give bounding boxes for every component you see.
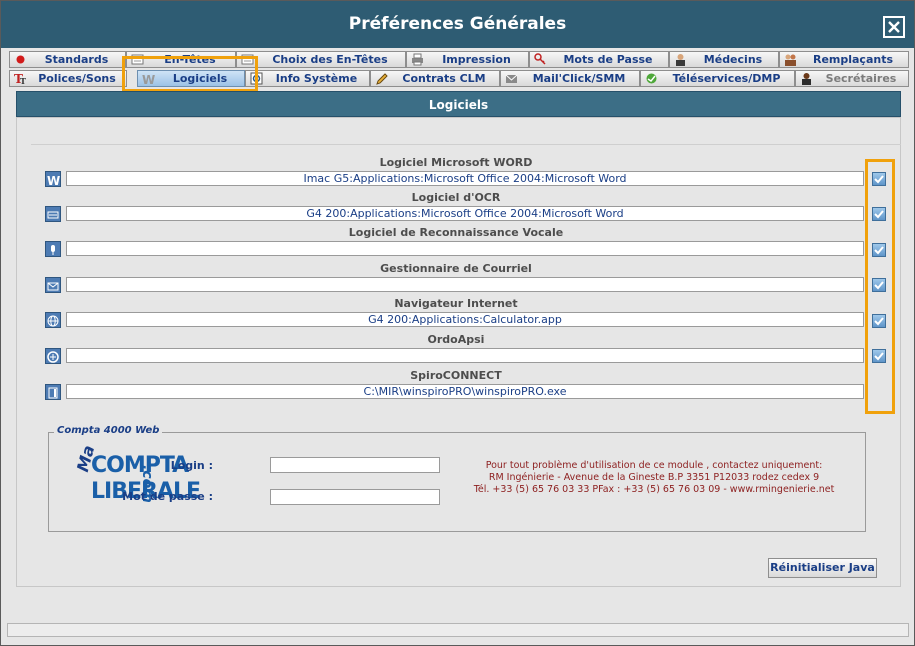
svg-text:T: T — [20, 76, 26, 85]
preferences-window: Préférences Générales Standards En-Têtes… — [0, 0, 915, 646]
tab-label: Contrats CLM — [402, 72, 486, 85]
tab-label: Téléservices/DMP — [672, 72, 781, 85]
secretary-icon — [800, 72, 813, 85]
title-bar: Préférences Générales — [1, 1, 914, 49]
software-path-vocal[interactable] — [66, 241, 864, 256]
printer-icon — [411, 53, 424, 66]
tab-info-systeme[interactable]: Info Système — [245, 70, 370, 87]
tab-remplacants[interactable]: Remplaçants — [779, 51, 909, 68]
compta-logo: Ma COMPTA LIBERALE .com — [73, 443, 201, 513]
word-icon: W — [45, 171, 61, 188]
scanner-icon — [45, 206, 61, 222]
doctor-icon — [674, 53, 687, 66]
software-label-spiro: SpiroCONNECT — [410, 369, 502, 382]
globe-icon — [45, 312, 61, 328]
tab-medecins[interactable]: Médecins — [669, 51, 779, 68]
support-line-1: Pour tout problème d'utilisation de ce m… — [485, 460, 823, 471]
software-path-courriel[interactable] — [66, 277, 864, 292]
tab-mail-click[interactable]: Mail'Click/SMM — [500, 70, 640, 87]
ordo-icon — [45, 348, 61, 364]
tab-teleservices-dmp[interactable]: Téléservices/DMP — [640, 70, 795, 87]
tab-label: Standards — [44, 53, 109, 66]
section-header: Logiciels — [16, 91, 901, 117]
software-label-ordoapsi: OrdoApsi — [427, 333, 485, 346]
font-icon: TT — [14, 72, 27, 86]
green-ball-icon — [645, 72, 658, 85]
mail-icon — [505, 72, 518, 85]
pencil-icon — [375, 72, 388, 85]
support-line-3: Tél. +33 (5) 65 76 03 33 PFax : +33 (5) … — [473, 484, 835, 495]
password-input[interactable] — [270, 489, 440, 505]
software-label-courriel: Gestionnaire de Courriel — [380, 262, 532, 275]
red-dot-icon — [14, 53, 27, 66]
software-label-vocal: Logiciel de Reconnaissance Vocale — [348, 226, 564, 239]
microphone-icon — [45, 241, 61, 257]
window-title: Préférences Générales — [348, 14, 567, 34]
tab-label: Mots de Passe — [563, 53, 653, 66]
tab-polices-sons[interactable]: TT Polices/Sons — [9, 70, 127, 87]
software-label-navigateur: Navigateur Internet — [394, 297, 518, 310]
spiro-icon — [45, 384, 61, 400]
tab-label: Médecins — [703, 53, 763, 66]
tab-label: Polices/Sons — [38, 72, 116, 85]
section-title: Logiciels — [428, 98, 489, 112]
tab-label: Remplaçants — [812, 53, 894, 66]
status-bar — [7, 623, 909, 637]
support-line-2: RM Ingénierie - Avenue de la Gineste B.P… — [488, 472, 820, 483]
login-input[interactable] — [270, 457, 440, 473]
tab-secretaires[interactable]: Secrétaires — [795, 70, 909, 87]
people-icon — [784, 53, 797, 66]
compta-legend: Compta 4000 Web — [54, 425, 163, 436]
checkboxes-highlight — [865, 159, 895, 414]
logiciels-tab-highlight — [122, 56, 258, 92]
software-path-navigateur[interactable]: G4 200:Applications:Calculator.app — [66, 312, 864, 327]
tab-standards[interactable]: Standards — [9, 51, 126, 68]
reset-java-button[interactable]: Réinitialiser Java — [768, 558, 877, 578]
tab-label: Info Système — [275, 72, 358, 85]
password-label: Mot de passe : — [122, 490, 213, 503]
software-label-ocr: Logiciel d'OCR — [411, 191, 501, 204]
software-path-spiro[interactable]: C:\MIR\winspiroPRO\winspiroPRO.exe — [66, 384, 864, 399]
tab-mots-de-passe[interactable]: Mots de Passe — [529, 51, 669, 68]
login-label: Login : — [170, 459, 213, 472]
software-path-word[interactable]: Imac G5:Applications:Microsoft Office 20… — [66, 171, 864, 186]
tab-contrats-clm[interactable]: Contrats CLM — [370, 70, 500, 87]
software-path-ordoapsi[interactable] — [66, 348, 864, 363]
software-path-ocr[interactable]: G4 200:Applications:Microsoft Office 200… — [66, 206, 864, 221]
svg-text:W: W — [47, 174, 60, 187]
tab-label: Impression — [442, 53, 511, 66]
key-icon — [534, 53, 547, 66]
software-label-word: Logiciel Microsoft WORD — [379, 156, 533, 169]
envelope-icon — [45, 277, 61, 293]
support-info: Pour tout problème d'utilisation de ce m… — [454, 460, 854, 496]
tab-label: Choix des En-Têtes — [272, 53, 388, 66]
tab-impression[interactable]: Impression — [406, 51, 529, 68]
compta-group: Compta 4000 Web Ma COMPTA LIBERALE .com … — [48, 425, 866, 532]
tab-label: Secrétaires — [825, 72, 897, 85]
tab-choix-en-tetes[interactable]: Choix des En-Têtes — [236, 51, 406, 68]
close-icon — [888, 21, 900, 33]
tab-label: Mail'Click/SMM — [532, 72, 626, 85]
close-button[interactable] — [883, 16, 905, 38]
